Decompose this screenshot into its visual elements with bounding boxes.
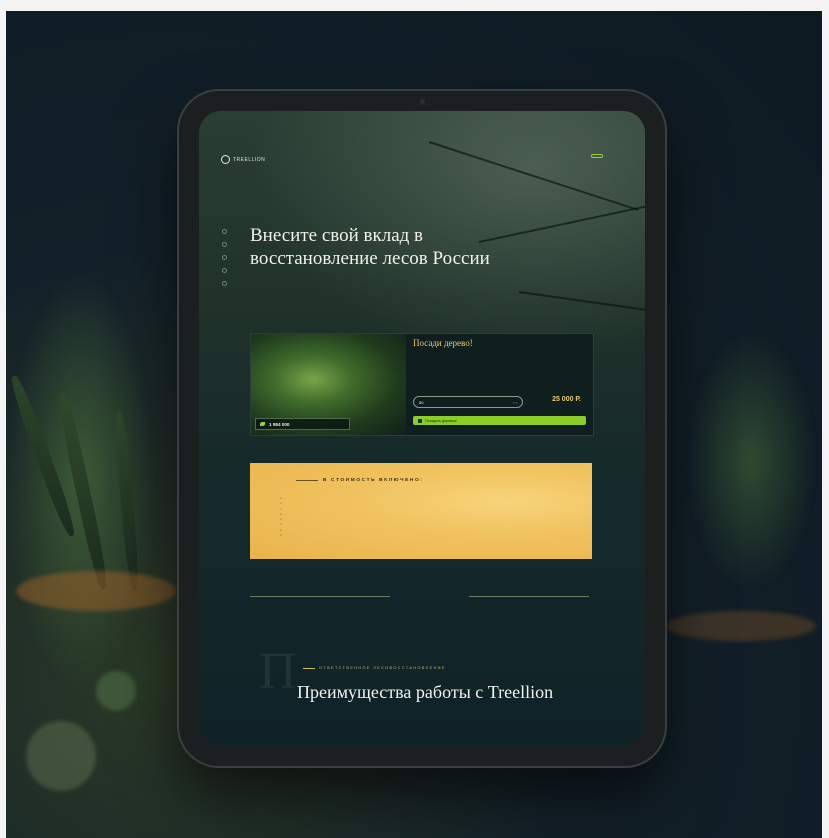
- counter-value: 1 984 000: [269, 421, 290, 427]
- plant-tree-card: 1 984 000 Посади дерево! 50 ‹ › 25 000 Р…: [250, 333, 594, 436]
- advantages-tagline: ОТВЕТСТВЕННОЕ ЛЕСОВОССТАНОВЛЕНИЕ: [303, 666, 446, 670]
- nav-cta-button[interactable]: [591, 154, 603, 158]
- logo-text: TREELLION: [233, 156, 266, 163]
- section-dots: [222, 229, 227, 286]
- section-dot[interactable]: [222, 242, 227, 247]
- included-section: В СТОИМОСТЬ ВКЛЮЧЕНО:: [250, 463, 592, 559]
- logo[interactable]: TREELLION: [221, 155, 265, 164]
- hero-title: Внесите свой вклад в восстановление лесо…: [250, 225, 490, 269]
- tablet-frame: TREELLION Внесите свой вклад в восстанов…: [177, 89, 667, 768]
- section-divider: [469, 596, 589, 597]
- tree-logo-icon: [221, 155, 230, 164]
- card-title: Посади дерево!: [413, 338, 473, 348]
- plant-button-label: Посадить деревья!: [425, 418, 457, 423]
- bokeh-light: [686, 331, 816, 591]
- decorative-letter: П: [259, 643, 297, 700]
- top-nav: TREELLION: [221, 154, 623, 169]
- title-line: [296, 480, 318, 481]
- section-dot[interactable]: [222, 268, 227, 273]
- quantity-value[interactable]: 50: [419, 400, 513, 405]
- quantity-stepper[interactable]: 50 ‹ ›: [413, 396, 523, 408]
- bokeh-light: [16, 571, 176, 611]
- advantages-title: Преимущества работы с Treellion: [297, 682, 554, 702]
- included-list: [280, 496, 283, 538]
- plant-trees-button[interactable]: Посадить деревья!: [413, 416, 586, 425]
- card-body: Посади дерево!: [413, 338, 585, 352]
- tablet-screen: TREELLION Внесите свой вклад в восстанов…: [199, 111, 645, 746]
- stepper-controls-icon[interactable]: ‹ ›: [513, 400, 517, 405]
- list-item: [280, 522, 283, 527]
- list-item: [280, 501, 283, 506]
- bokeh-light: [666, 611, 816, 641]
- bokeh-light: [26, 721, 96, 791]
- camera-dot: [420, 99, 425, 104]
- seedling-image: 1 984 000: [251, 334, 406, 435]
- leaf-icon: [260, 422, 265, 426]
- section-dot[interactable]: [222, 255, 227, 260]
- list-item: [280, 533, 283, 538]
- included-title-text: В СТОИМОСТЬ ВКЛЮЧЕНО:: [323, 478, 424, 483]
- tree-icon: [418, 418, 422, 423]
- tagline-line: [303, 667, 315, 669]
- trees-counter: 1 984 000: [255, 418, 351, 430]
- tagline-text: ОТВЕТСТВЕННОЕ ЛЕСОВОССТАНОВЛЕНИЕ: [319, 666, 446, 670]
- included-title: В СТОИМОСТЬ ВКЛЮЧЕНО:: [296, 478, 424, 483]
- price-value: 25 000 Р.: [552, 396, 581, 403]
- bokeh-light: [96, 671, 136, 711]
- section-divider: [250, 596, 390, 597]
- section-dot[interactable]: [222, 229, 227, 234]
- section-dot[interactable]: [222, 281, 227, 286]
